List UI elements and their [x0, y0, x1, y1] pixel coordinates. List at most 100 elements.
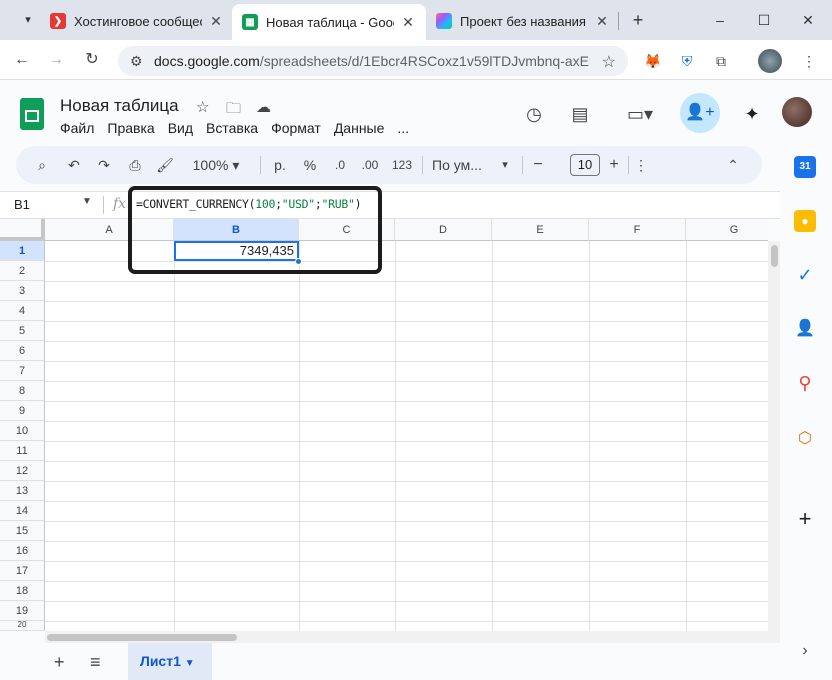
- tab-search-icon[interactable]: ▾: [10, 8, 46, 32]
- history-icon[interactable]: ◷: [520, 100, 548, 128]
- bookmark-star-icon[interactable]: ☆: [602, 52, 616, 72]
- expand-panel-icon[interactable]: ›: [794, 640, 816, 662]
- close-window-button[interactable]: ✕: [790, 8, 826, 32]
- tab-figma[interactable]: Проект без названия - Figma ✕: [426, 6, 620, 36]
- share-button[interactable]: 👤+: [680, 93, 720, 133]
- zoom-select[interactable]: 100% ▾: [186, 156, 246, 174]
- gemini-sparkle-icon[interactable]: ✦: [738, 100, 766, 128]
- undo-icon[interactable]: ↶: [64, 156, 84, 174]
- tasks-icon[interactable]: ✓: [794, 264, 816, 286]
- menu-file[interactable]: Файл: [60, 120, 94, 136]
- spreadsheet-grid[interactable]: A B C D E F G 1 2 3 4 5 6 7 8 9 10 11 12…: [0, 219, 768, 631]
- sheet-tab-active[interactable]: Лист1 ▼: [128, 643, 212, 680]
- close-tab-icon[interactable]: ✕: [400, 14, 416, 31]
- row-header-10[interactable]: 10: [0, 421, 45, 441]
- maps-icon[interactable]: ⚲: [794, 372, 816, 394]
- scroll-thumb[interactable]: [771, 245, 778, 267]
- name-box[interactable]: B1: [14, 197, 30, 212]
- chevron-down-icon[interactable]: ▼: [82, 196, 92, 207]
- keep-icon[interactable]: ●: [794, 210, 816, 232]
- row-header-12[interactable]: 12: [0, 461, 45, 481]
- scroll-thumb[interactable]: [47, 634, 237, 641]
- search-icon[interactable]: ⌕: [32, 156, 52, 174]
- row-header-6[interactable]: 6: [0, 341, 45, 361]
- increase-decimal-button[interactable]: .00: [358, 156, 382, 174]
- row-header-18[interactable]: 18: [0, 581, 45, 601]
- more-options-icon[interactable]: ⋮: [634, 156, 648, 174]
- add-sheet-button[interactable]: +: [54, 652, 65, 673]
- decrease-decimal-button[interactable]: .0: [328, 156, 352, 174]
- extensions-puzzle-icon[interactable]: ⧉: [708, 48, 734, 74]
- cloud-status-icon[interactable]: ☁: [256, 98, 271, 116]
- row-header-4[interactable]: 4: [0, 301, 45, 321]
- row-header-5[interactable]: 5: [0, 321, 45, 341]
- close-tab-icon[interactable]: ✕: [208, 13, 224, 30]
- side-panel: 31 ● ✓ 👤 ⚲ ⬡ + ›: [780, 144, 832, 680]
- row-header-3[interactable]: 3: [0, 281, 45, 301]
- tab-spreadsheet[interactable]: ▦ Новая таблица - Google Таблицы ✕: [232, 4, 426, 40]
- new-tab-button[interactable]: +: [620, 8, 656, 32]
- column-header-g[interactable]: G: [686, 219, 768, 241]
- row-header-11[interactable]: 11: [0, 441, 45, 461]
- row-header-8[interactable]: 8: [0, 381, 45, 401]
- row-header-13[interactable]: 13: [0, 481, 45, 501]
- menu-insert[interactable]: Вставка: [206, 120, 258, 136]
- number-format-button[interactable]: 123: [388, 156, 416, 174]
- meet-video-icon[interactable]: ▭▾: [618, 100, 662, 128]
- font-size-increase-button[interactable]: +: [606, 156, 622, 174]
- row-header-16[interactable]: 16: [0, 541, 45, 561]
- currency-format-button[interactable]: р.: [270, 156, 290, 174]
- all-sheets-button[interactable]: ≡: [90, 652, 101, 673]
- bitwarden-extension-icon[interactable]: ⛨: [674, 48, 700, 74]
- calendar-icon[interactable]: 31: [794, 156, 816, 178]
- collapse-toolbar-icon[interactable]: ⌃: [724, 156, 742, 174]
- redo-icon[interactable]: ↷: [94, 156, 114, 174]
- reload-icon[interactable]: ↻: [78, 48, 106, 72]
- close-tab-icon[interactable]: ✕: [594, 13, 610, 30]
- horizontal-scrollbar[interactable]: [45, 631, 780, 643]
- account-avatar[interactable]: [782, 97, 812, 127]
- back-arrow-icon[interactable]: ←: [8, 48, 36, 72]
- font-size-decrease-button[interactable]: −: [530, 156, 546, 174]
- forward-arrow-icon[interactable]: →: [42, 48, 70, 72]
- chevron-down-icon[interactable]: ▾: [498, 156, 512, 174]
- percent-format-button[interactable]: %: [300, 156, 320, 174]
- browser-menu-icon[interactable]: ⋮: [796, 48, 822, 74]
- column-header-f[interactable]: F: [589, 219, 686, 241]
- site-info-icon[interactable]: ⚙: [130, 53, 148, 70]
- contacts-icon[interactable]: 👤: [794, 318, 816, 340]
- minimize-button[interactable]: –: [702, 8, 738, 32]
- row-header-17[interactable]: 17: [0, 561, 45, 581]
- row-header-15[interactable]: 15: [0, 521, 45, 541]
- row-header-20[interactable]: 20: [0, 621, 45, 631]
- row-header-14[interactable]: 14: [0, 501, 45, 521]
- row-header-1[interactable]: 1: [0, 241, 45, 261]
- menu-edit[interactable]: Правка: [107, 120, 154, 136]
- comments-icon[interactable]: ▤: [566, 100, 594, 128]
- row-header-9[interactable]: 9: [0, 401, 45, 421]
- menu-more[interactable]: ...: [397, 120, 409, 136]
- row-header-2[interactable]: 2: [0, 261, 45, 281]
- addon-icon[interactable]: ⬡: [794, 428, 816, 450]
- select-all-corner[interactable]: [0, 219, 45, 241]
- menu-view[interactable]: Вид: [168, 120, 193, 136]
- metamask-extension-icon[interactable]: 🦊: [640, 48, 666, 74]
- print-icon[interactable]: ⎙: [124, 156, 146, 174]
- row-header-7[interactable]: 7: [0, 361, 45, 381]
- maximize-button[interactable]: ☐: [746, 8, 782, 32]
- column-header-e[interactable]: E: [492, 219, 589, 241]
- paint-format-icon[interactable]: 🖌: [154, 156, 176, 174]
- get-addons-plus-icon[interactable]: +: [794, 508, 816, 530]
- profile-avatar[interactable]: [758, 49, 782, 73]
- star-icon[interactable]: ☆: [196, 98, 209, 116]
- document-title[interactable]: Новая таблица: [60, 96, 179, 116]
- tab-hosting[interactable]: ❯ Хостинговое сообщество ✕: [40, 6, 234, 36]
- address-bar[interactable]: ⚙ docs.google.com/spreadsheets/d/1Ebcr4R…: [118, 46, 628, 76]
- font-size-input[interactable]: 10: [570, 154, 600, 176]
- menu-format[interactable]: Формат: [271, 120, 321, 136]
- vertical-scrollbar[interactable]: [768, 241, 780, 631]
- menu-data[interactable]: Данные: [334, 120, 385, 136]
- row-header-19[interactable]: 19: [0, 601, 45, 621]
- column-header-d[interactable]: D: [395, 219, 492, 241]
- sheets-logo-icon[interactable]: [20, 98, 44, 130]
